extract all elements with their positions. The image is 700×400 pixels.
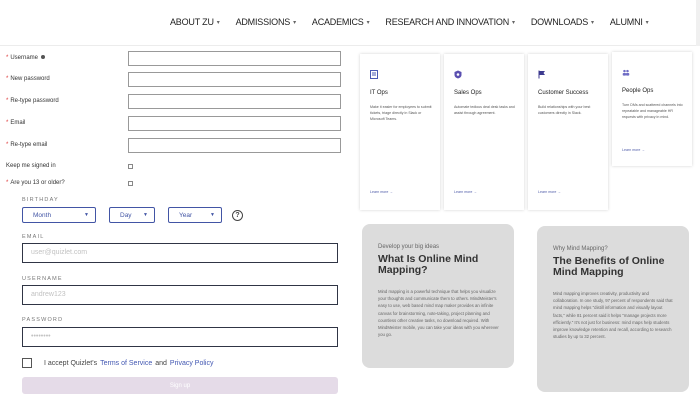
retype-email-row: * Re-type email — [6, 138, 346, 156]
email-field[interactable] — [128, 116, 341, 131]
keep-signed-in-checkbox[interactable] — [128, 164, 133, 169]
email-label: * Email — [6, 120, 26, 126]
email-caption: EMAIL — [22, 234, 45, 240]
card-description: Turn DMs and scattered channels into rep… — [622, 103, 683, 119]
retype-email-label: * Re-type email — [6, 142, 48, 148]
day-select[interactable]: Day ▼ — [109, 207, 155, 223]
retype-email-field[interactable] — [128, 138, 341, 153]
terms-checkbox[interactable] — [22, 358, 32, 368]
flag-icon — [538, 70, 545, 79]
learn-more-link[interactable]: Learn more → — [538, 190, 561, 194]
username-input[interactable]: andrew123 — [22, 285, 338, 305]
card-customer-success[interactable]: Customer Success Build relationships wit… — [528, 54, 608, 210]
shield-icon — [454, 70, 462, 79]
registration-form: * Username * New password * Re-type passwor… — [0, 46, 350, 196]
chevron-down-icon: ▾ — [645, 19, 649, 26]
keep-signed-in-label: Keep me signed in — [6, 163, 56, 169]
nav-item-alumni[interactable]: ALUMNI ▾ — [610, 17, 649, 27]
retype-password-row: * Re-type password — [6, 94, 346, 112]
nav-label: ADMISSIONS — [235, 17, 291, 27]
username-row: * Username — [6, 51, 346, 69]
card-description: Automate tedious deal desk tasks and ass… — [454, 105, 515, 115]
top-navigation: ABOUT ZU ▾ ADMISSIONS ▾ ACADEMICS ▾ RESEARC… — [0, 0, 700, 46]
panel-body: Mind mapping is a powerful technique tha… — [378, 289, 499, 338]
info-icon[interactable] — [40, 55, 45, 60]
year-select[interactable]: Year ▼ — [168, 207, 222, 223]
new-password-field[interactable] — [128, 72, 341, 87]
people-icon — [622, 69, 630, 76]
card-title: IT Ops — [370, 90, 388, 96]
learn-more-link[interactable]: Learn more → — [454, 190, 477, 194]
age-checkbox[interactable] — [128, 181, 133, 186]
learn-more-link[interactable]: Learn more → — [370, 190, 393, 194]
age-row: * Are you 13 or older? — [6, 176, 346, 194]
card-title: People Ops — [622, 88, 654, 94]
nav-label: RESEARCH AND INNOVATION — [385, 17, 510, 27]
email-input[interactable]: user@quizlet.com — [22, 243, 338, 263]
username-field[interactable] — [128, 51, 341, 66]
nav-items: ABOUT ZU ▾ ADMISSIONS ▾ ACADEMICS ▾ RESEARC… — [170, 17, 649, 27]
month-value: Month — [33, 211, 52, 219]
signup-form: BIRTHDAY Month ▼ Day ▼ Year ▼ ? EMAIL user@… — [20, 196, 350, 400]
nav-label: ACADEMICS — [311, 17, 364, 27]
nav-item-about[interactable]: ABOUT ZU ▾ — [170, 17, 220, 27]
privacy-policy-link[interactable]: Privacy Policy — [170, 360, 214, 367]
scrollbar[interactable] — [696, 0, 700, 46]
card-title: Sales Ops — [454, 90, 482, 96]
panel-title: What Is Online Mind Mapping? — [378, 253, 479, 276]
password-input[interactable]: •••••••• — [22, 327, 338, 347]
panel-kicker: Develop your big ideas — [378, 244, 440, 250]
panel-kicker: Why Mind Mapping? — [553, 246, 608, 252]
terms-text: I accept Quizlet's — [44, 359, 98, 367]
username-caption: USERNAME — [22, 276, 63, 282]
mindmap-info-panel: Develop your big ideas What Is Online Mi… — [362, 224, 514, 368]
retype-password-label: * Re-type password — [6, 98, 59, 104]
nav-label: ABOUT ZU — [170, 17, 214, 27]
birthday-label: BIRTHDAY — [22, 197, 59, 203]
month-select[interactable]: Month ▼ — [22, 207, 96, 223]
day-value: Day — [120, 211, 132, 219]
learn-more-link[interactable]: Learn more → — [622, 148, 645, 152]
terms-and-text: and — [155, 359, 167, 367]
card-description: Make it easier for employees to submit t… — [370, 105, 432, 121]
terms-of-service-link[interactable]: Terms of Service — [100, 360, 152, 367]
keep-signed-in-row: Keep me signed in — [6, 159, 346, 177]
feature-cards: IT Ops Make it easier for employees to s… — [358, 52, 700, 214]
nav-label: ALUMNI — [609, 17, 643, 27]
card-description: Build relationships with your best custo… — [538, 105, 591, 115]
chevron-down-icon: ▼ — [84, 212, 89, 218]
document-icon — [370, 70, 378, 79]
year-value: Year — [179, 211, 193, 219]
card-sales-ops[interactable]: Sales Ops Automate tedious deal desk tas… — [444, 54, 524, 210]
nav-item-downloads[interactable]: DOWNLOADS ▾ — [531, 17, 594, 27]
card-title: Customer Success — [538, 90, 589, 96]
panel-body: Mind mapping improves creativity, produc… — [553, 291, 673, 340]
help-icon[interactable]: ? — [232, 210, 243, 221]
nav-item-admissions[interactable]: ADMISSIONS ▾ — [235, 17, 297, 27]
card-people-ops[interactable]: People Ops Turn DMs and scattered channe… — [612, 52, 692, 166]
mindmap-benefits-panel: Why Mind Mapping? The Benefits of Online… — [537, 226, 689, 392]
new-password-label: * New password — [6, 76, 50, 82]
username-label: * Username — [6, 55, 45, 61]
card-it-ops[interactable]: IT Ops Make it easier for employees to s… — [360, 54, 440, 210]
password-caption: PASSWORD — [22, 317, 64, 323]
terms-row: I accept Quizlet's Terms of Service and … — [22, 358, 216, 368]
email-row: * Email — [6, 116, 346, 134]
nav-label: DOWNLOADS — [530, 17, 589, 27]
chevron-down-icon: ▼ — [210, 212, 215, 218]
panel-title: The Benefits of Online Mind Mapping — [553, 255, 665, 278]
retype-password-field[interactable] — [128, 94, 341, 109]
signup-button[interactable]: Sign up — [22, 377, 338, 394]
nav-item-research[interactable]: RESEARCH AND INNOVATION ▾ — [385, 17, 515, 27]
age-label: * Are you 13 or older? — [6, 180, 65, 186]
chevron-down-icon: ▼ — [143, 212, 148, 218]
nav-item-academics[interactable]: ACADEMICS ▾ — [312, 17, 370, 27]
new-password-row: * New password — [6, 72, 346, 90]
